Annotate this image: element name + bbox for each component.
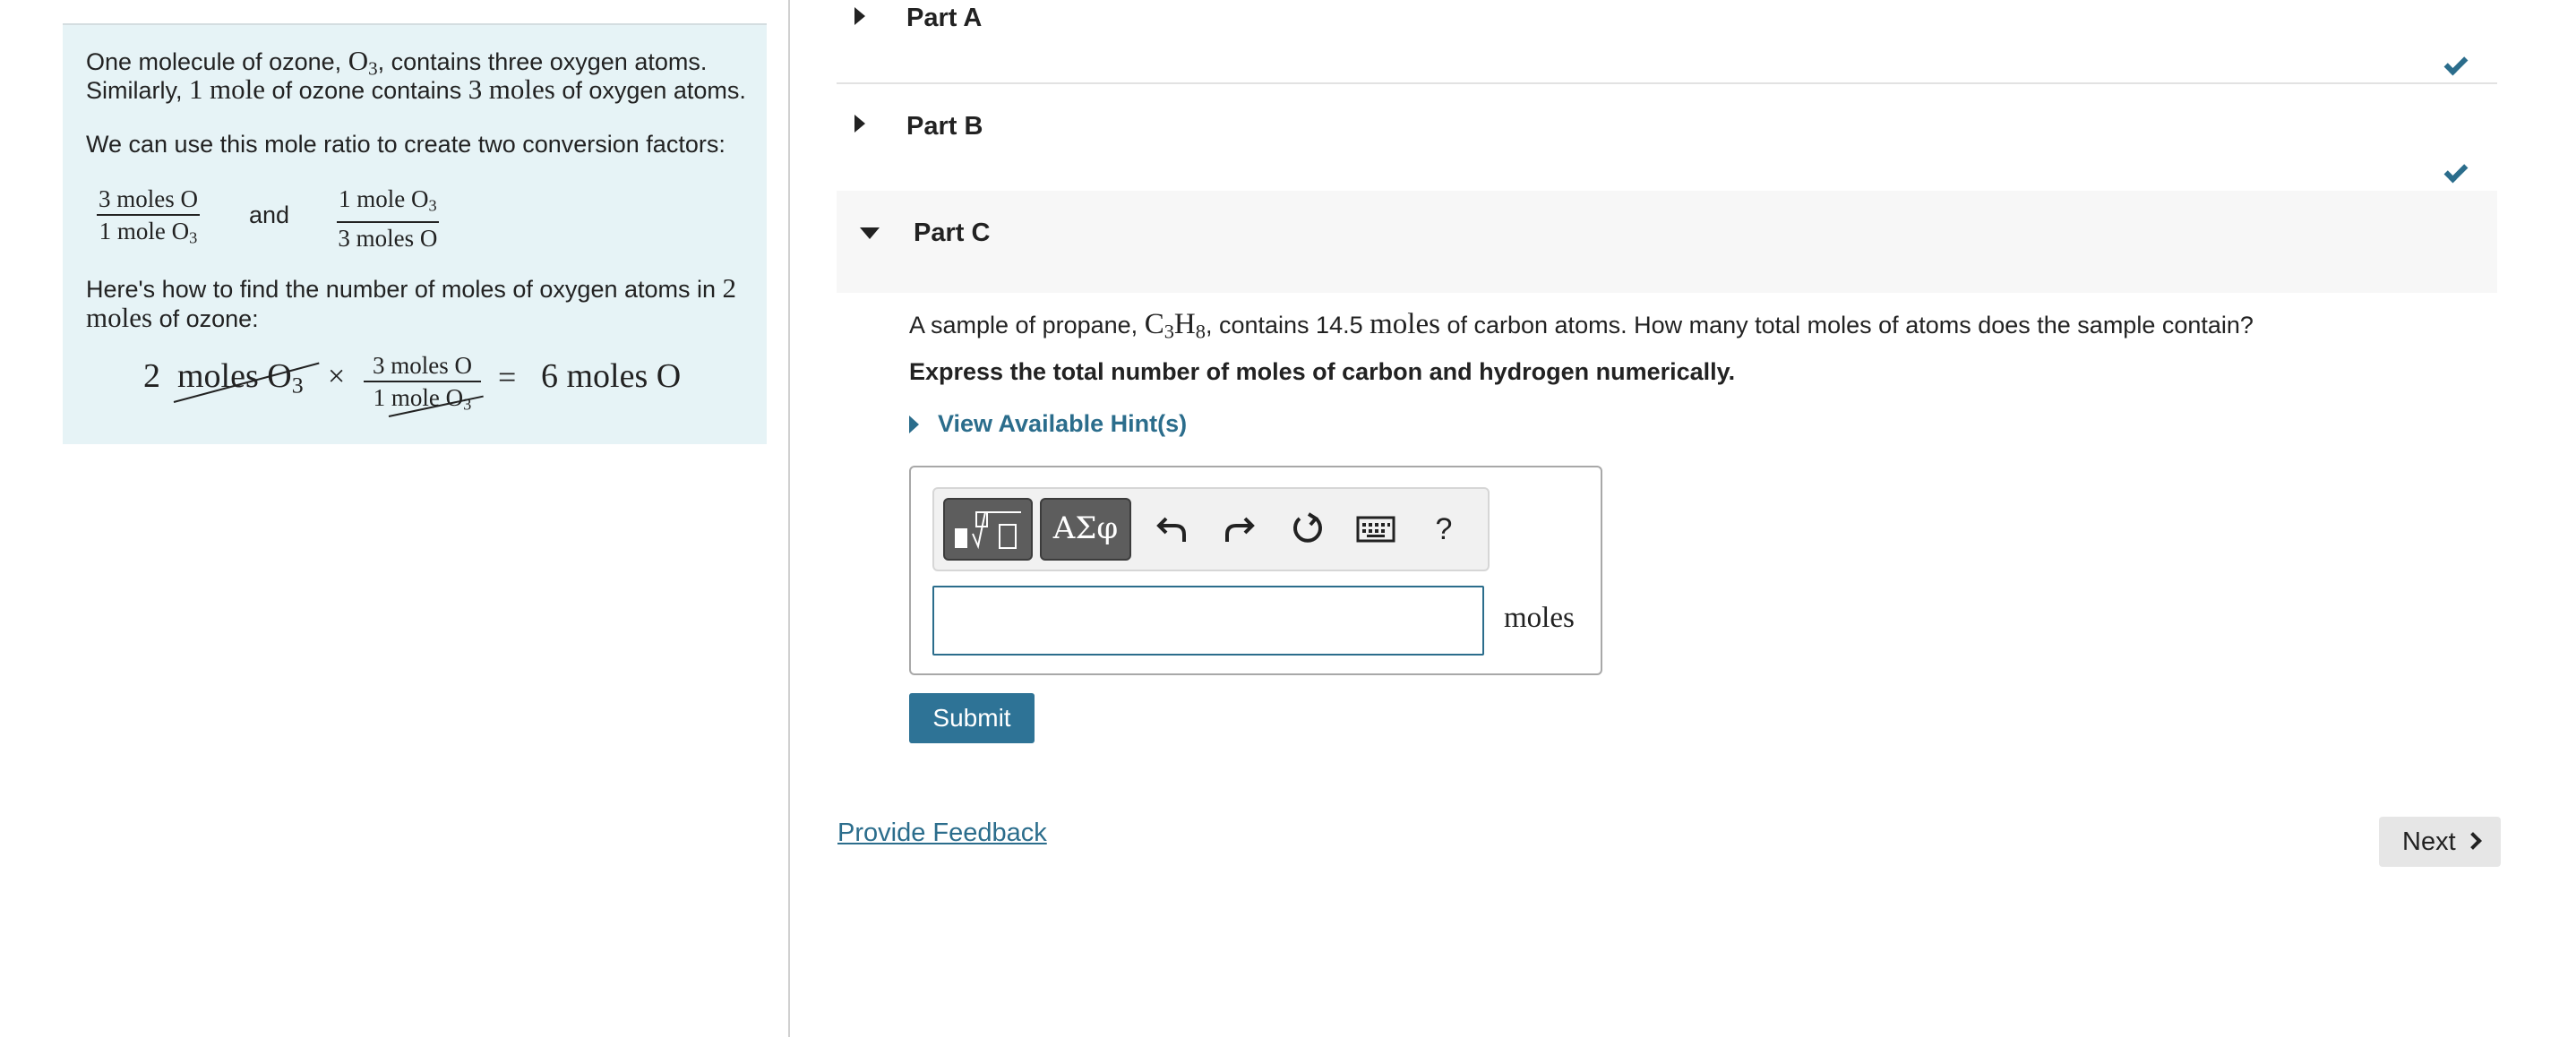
intro-text: One molecule of ozone, [86, 48, 342, 75]
and-text: and [249, 201, 290, 228]
conversion-factor-2: 1 mole O3 3 moles O [337, 185, 439, 252]
part-b-title: Part B [906, 112, 983, 141]
reset-button[interactable] [1285, 507, 1330, 552]
part-c-header[interactable]: Part C [837, 191, 2497, 293]
intro-paragraph-1b: Similarly, 1 mole of ozone contains 3 mo… [86, 73, 746, 105]
calc-cancelled-units: moles O3 [177, 357, 304, 399]
propane-formula: C3H8 [1144, 308, 1206, 343]
redo-icon [1225, 517, 1255, 542]
submit-button[interactable]: Submit [909, 693, 1035, 743]
part-a-header[interactable]: Part A [837, 0, 2497, 82]
checkmark-icon [2443, 159, 2469, 184]
conversion-factor-1: 3 moles O 1 mole O3 [97, 185, 200, 247]
equals-sign: = [498, 359, 517, 395]
templates-button[interactable] [943, 498, 1033, 561]
help-button[interactable]: ? [1421, 507, 1466, 552]
answer-input[interactable] [932, 586, 1484, 656]
intro-explanation-box: One molecule of ozone, O3, contains thre… [63, 23, 767, 444]
intro-paragraph-3: Here's how to find the number of moles o… [86, 272, 737, 333]
part-a-title: Part A [906, 4, 983, 32]
calc-result: 6 moles O [541, 357, 682, 395]
question-text: A sample of propane, C3H8, contains 14.5… [909, 308, 2254, 343]
intro-text: , contains three oxygen atoms. [377, 48, 708, 75]
right-panel: Part A Part B Part C A sample of propane… [792, 0, 2576, 1037]
calc-coefficient: 2 [143, 357, 160, 395]
left-panel: One molecule of ozone, O3, contains thre… [0, 0, 790, 1037]
caret-right-icon [909, 416, 919, 433]
redo-button[interactable] [1217, 507, 1262, 552]
template-icon [955, 511, 1021, 550]
checkmark-icon [2443, 51, 2469, 76]
caret-down-icon [860, 227, 880, 239]
part-c-title: Part C [914, 219, 991, 247]
symbols-button[interactable]: ΑΣφ [1040, 498, 1131, 561]
reset-icon [1293, 512, 1322, 543]
hint-link-label: View Available Hint(s) [938, 410, 1188, 437]
chevron-right-icon [2464, 832, 2482, 850]
undo-icon [1156, 517, 1186, 542]
keyboard-icon [1356, 516, 1395, 543]
undo-button[interactable] [1149, 507, 1194, 552]
times-sign: × [328, 360, 346, 393]
part-b-header[interactable]: Part B [837, 84, 2497, 190]
caret-right-icon [854, 7, 865, 25]
ozone-formula: O3 [348, 45, 378, 80]
provide-feedback-link[interactable]: Provide Feedback [837, 818, 1047, 848]
next-button[interactable]: Next [2379, 817, 2501, 867]
unit-label: moles [1504, 602, 1575, 634]
math-toolbar: ΑΣφ ? [932, 487, 1490, 571]
next-label: Next [2402, 827, 2456, 856]
instruction-text: Express the total number of moles of car… [909, 358, 1736, 385]
answer-box: ΑΣφ ? moles [909, 466, 1602, 675]
keyboard-button[interactable] [1352, 507, 1400, 552]
intro-paragraph-2: We can use this mole ratio to create two… [86, 131, 726, 158]
caret-right-icon [854, 115, 865, 133]
